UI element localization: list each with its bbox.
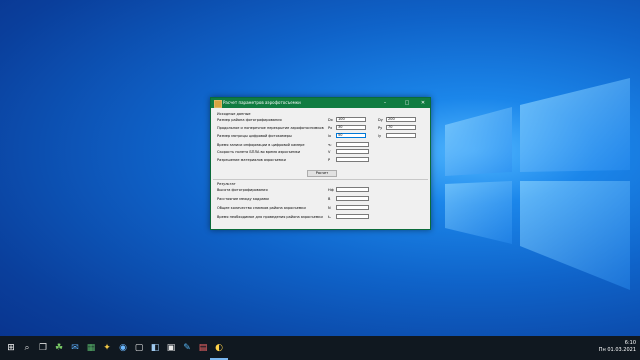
dy-input[interactable]: 200 (386, 117, 416, 122)
mail-icon[interactable]: ✉ (68, 341, 82, 355)
app-icon-9[interactable]: ✎ (180, 341, 194, 355)
form-body: Исходные данные Размер района фотографир… (211, 108, 430, 229)
py-input[interactable]: 70 (386, 125, 416, 130)
app-icon-10[interactable]: ▤ (196, 341, 210, 355)
clock[interactable]: 6:10 Пн 01.03.2021 (599, 340, 636, 354)
start-button[interactable]: ⊞ (4, 341, 18, 355)
taskbar: ⊞ ⌕ ❐ ☘ ✉ ▦ ✦ ◉ ▢ ◧ ▣ ✎ ▤ ◐ 6:10 Пн 01.0… (0, 336, 640, 360)
app-icon-6[interactable]: ▢ (132, 341, 146, 355)
task-view-icon[interactable]: ❐ (36, 341, 50, 355)
sym-dy: Dy (378, 118, 383, 122)
sym-ly: ly (378, 134, 382, 138)
calculate-button[interactable]: Расчет (307, 170, 337, 177)
px-input[interactable]: 30 (336, 125, 366, 130)
app-icon-5[interactable]: ◉ (116, 341, 130, 355)
app-icon-7[interactable]: ◧ (148, 341, 162, 355)
app-icon-11[interactable]: ◐ (212, 341, 226, 355)
sym-n: N (328, 206, 331, 210)
sym-v: V (328, 150, 331, 154)
sym-dx: Dx (328, 118, 333, 122)
results-heading: Результат (217, 182, 236, 186)
title-bar[interactable]: Расчет параметров аэрофотосъемки – □ ✕ (211, 98, 430, 108)
app-icon-1[interactable]: ☘ (52, 341, 66, 355)
sym-b: B (328, 197, 331, 201)
label-matrix-size: Размер матрицы цифровой фотокамеры (217, 134, 292, 138)
app-icon-8[interactable]: ▣ (164, 341, 178, 355)
speed-input[interactable] (336, 149, 369, 154)
minimize-button[interactable]: – (379, 98, 391, 108)
window-title: Расчет параметров аэрофотосъемки (223, 100, 301, 105)
label-flight-height: Высота фотографирования (217, 188, 268, 192)
app-icon (214, 100, 222, 108)
label-area-size: Размер района фотографирования (217, 118, 282, 122)
sym-lx: lx (328, 134, 332, 138)
section-divider (213, 179, 428, 180)
maximize-button[interactable]: □ (401, 98, 413, 108)
sym-h: Hф (328, 188, 334, 192)
label-resolution: Разрешение материалов аэросъемки (217, 158, 286, 162)
sym-t: tₒ (328, 215, 331, 219)
label-overlap: Продольное и поперечное перекрытие аэроф… (217, 126, 324, 130)
write-time-input[interactable] (336, 142, 369, 147)
sym-tau: τ₂ (328, 143, 332, 147)
app-icon-3[interactable]: ▦ (84, 341, 98, 355)
app-icon-4[interactable]: ✦ (100, 341, 114, 355)
app-window: Расчет параметров аэрофотосъемки – □ ✕ И… (210, 97, 431, 230)
lx-input[interactable]: 50 (336, 133, 366, 138)
sym-px: Px (328, 126, 333, 130)
resolution-input[interactable] (336, 157, 369, 162)
input-heading: Исходные данные (217, 112, 251, 116)
clock-time: 6:10 (624, 340, 636, 346)
sym-p: P (328, 158, 331, 162)
flight-height-output[interactable] (336, 187, 369, 192)
total-frames-output[interactable] (336, 205, 369, 210)
search-icon[interactable]: ⌕ (20, 341, 34, 355)
label-write-time: Время записи информации в цифровой камер… (217, 143, 305, 147)
close-button[interactable]: ✕ (417, 98, 429, 108)
label-speed: Скорость полета БПЛА во время аэросъемки (217, 150, 301, 154)
ly-input[interactable] (386, 133, 416, 138)
dx-input[interactable]: 100 (336, 117, 366, 122)
label-total-frames: Общее количество снимков района аэросъем… (217, 206, 306, 210)
label-survey-time: Время необходимое для проведения района … (217, 215, 323, 219)
label-frame-distance: Расстояние между кадрами (217, 197, 269, 201)
clock-date: Пн 01.03.2021 (598, 347, 636, 353)
survey-time-output[interactable] (336, 214, 369, 219)
sym-py: Py (378, 126, 383, 130)
frame-distance-output[interactable] (336, 196, 369, 201)
